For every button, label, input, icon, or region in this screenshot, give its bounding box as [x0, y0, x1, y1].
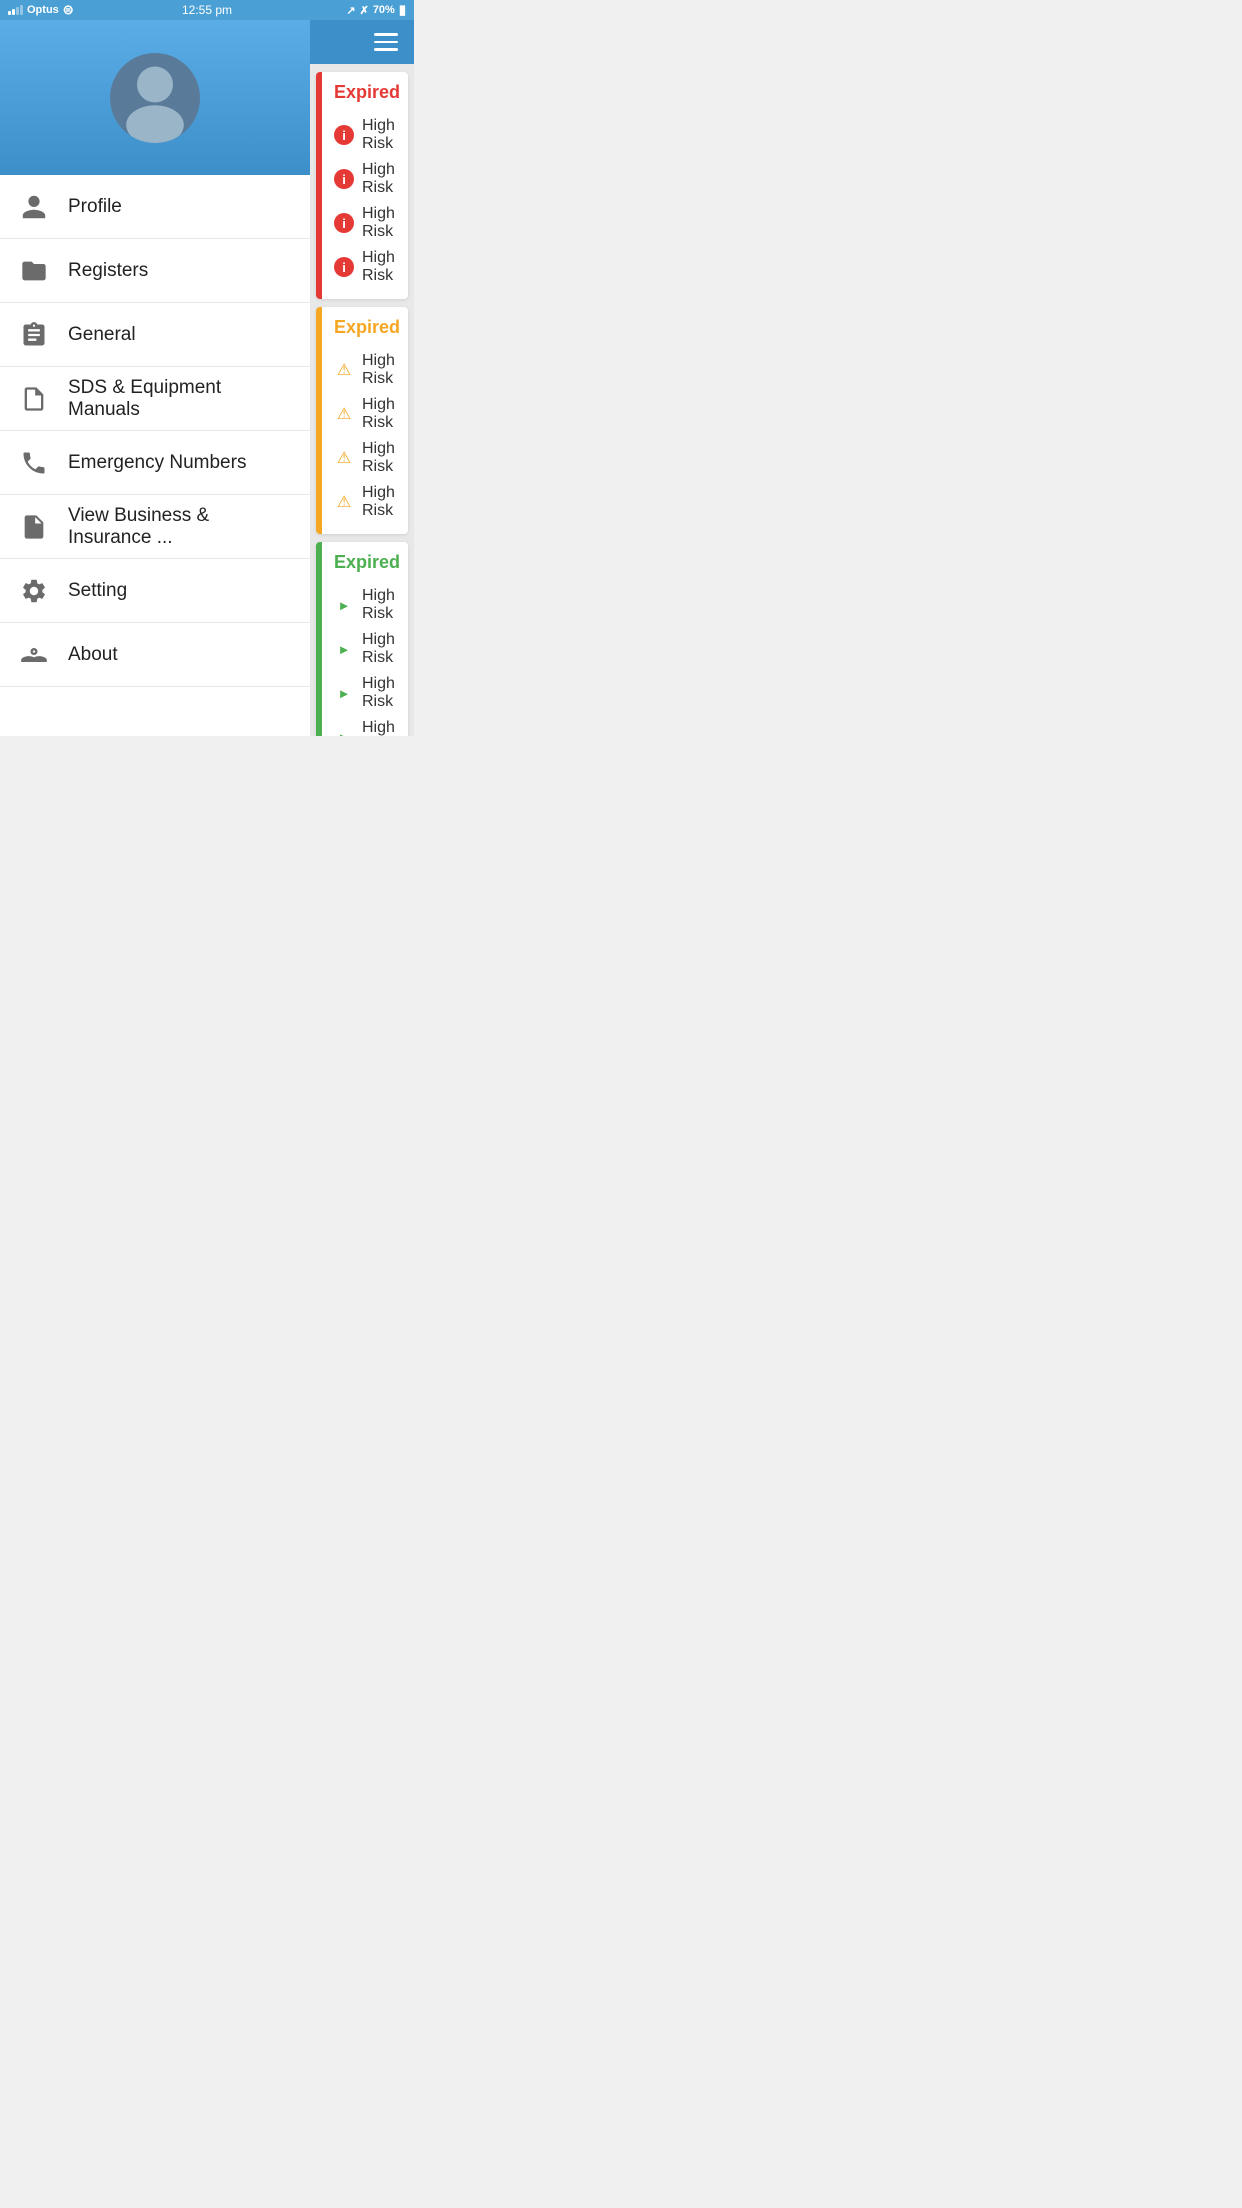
red-card-body: Expired i High Risk i High Risk i High R…: [322, 72, 408, 299]
bluetooth-icon: ✗: [360, 4, 369, 17]
list-item[interactable]: ⚠ High Risk: [334, 348, 400, 392]
sds-label: SDS & Equipment Manuals: [68, 377, 294, 421]
time-display: 12:55 pm: [182, 3, 232, 17]
setting-svg: [20, 577, 48, 605]
list-item[interactable]: ► High Risk: [334, 583, 400, 627]
warning-triangle-icon: ⚠: [334, 448, 354, 468]
person-icon: [16, 189, 52, 225]
list-item[interactable]: ► High Risk: [334, 671, 400, 715]
emergency-svg: [20, 449, 48, 477]
carrier-label: Optus: [27, 4, 59, 16]
folder-icon: [16, 253, 52, 289]
risk-label: High Risk: [362, 440, 400, 476]
general-label: General: [68, 324, 136, 346]
location-icon: ↗: [346, 4, 355, 17]
sidebar: Profile Registers General: [0, 20, 310, 736]
info-circle-icon: i: [334, 257, 354, 277]
document-icon: [16, 381, 52, 417]
avatar-icon: [110, 53, 200, 143]
risk-label: High Risk: [362, 249, 400, 285]
battery-percent: 70%: [373, 4, 395, 16]
business-svg: [20, 513, 48, 541]
sidebar-header: [0, 20, 310, 175]
list-item[interactable]: ⚠ High Risk: [334, 392, 400, 436]
sidebar-item-sds[interactable]: SDS & Equipment Manuals: [0, 367, 310, 431]
sds-svg: [20, 385, 48, 413]
list-item[interactable]: i High Risk: [334, 201, 400, 245]
expired-red-card[interactable]: Expired i High Risk i High Risk i High R…: [316, 72, 408, 299]
risk-label: High Risk: [362, 675, 400, 711]
content-panel[interactable]: Expired i High Risk i High Risk i High R…: [310, 20, 414, 736]
profile-svg: [20, 193, 48, 221]
risk-label: High Risk: [362, 631, 400, 667]
sidebar-item-business[interactable]: View Business & Insurance ...: [0, 495, 310, 559]
menu-list: Profile Registers General: [0, 175, 310, 736]
general-svg: [20, 321, 48, 349]
setting-label: Setting: [68, 580, 127, 602]
avatar: [110, 53, 200, 143]
sidebar-item-profile[interactable]: Profile: [0, 175, 310, 239]
sidebar-item-setting[interactable]: Setting: [0, 559, 310, 623]
registers-svg: [20, 257, 48, 285]
risk-label: High Risk: [362, 352, 400, 388]
about-label: About: [68, 644, 118, 666]
risk-label: High Risk: [362, 205, 400, 241]
sidebar-item-emergency[interactable]: Emergency Numbers: [0, 431, 310, 495]
hamburger-menu[interactable]: [374, 33, 398, 51]
about-svg: [20, 641, 48, 669]
play-arrow-icon: ►: [334, 639, 354, 659]
status-left: Optus ⊜: [8, 2, 74, 18]
info-circle-icon: i: [334, 169, 354, 189]
registers-label: Registers: [68, 260, 148, 282]
signal-bars: [8, 5, 23, 15]
about-icon: [16, 637, 52, 673]
sidebar-item-general[interactable]: General: [0, 303, 310, 367]
status-bar: Optus ⊜ 12:55 pm ↗ ✗ 70% ▮: [0, 0, 414, 20]
wifi-icon: ⊜: [63, 2, 74, 18]
play-arrow-icon: ►: [334, 595, 354, 615]
business-doc-icon: [16, 509, 52, 545]
sidebar-item-about[interactable]: About: [0, 623, 310, 687]
content-header: [310, 20, 414, 64]
warning-triangle-icon: ⚠: [334, 404, 354, 424]
business-label: View Business & Insurance ...: [68, 505, 294, 549]
phone-icon: [16, 445, 52, 481]
status-right: ↗ ✗ 70% ▮: [346, 2, 406, 18]
risk-label: High Risk: [362, 484, 400, 520]
warning-triangle-icon: ⚠: [334, 360, 354, 380]
orange-card-title: Expired: [334, 317, 400, 338]
battery-icon: ▮: [399, 2, 406, 18]
expired-orange-card[interactable]: Expired ⚠ High Risk ⚠ High Risk ⚠ High R…: [316, 307, 408, 534]
emergency-label: Emergency Numbers: [68, 452, 246, 474]
list-item[interactable]: i High Risk: [334, 113, 400, 157]
green-card-body: Expired ► High Risk ► High Risk ► High R…: [322, 542, 408, 736]
expired-green-card[interactable]: Expired ► High Risk ► High Risk ► High R…: [316, 542, 408, 736]
play-arrow-icon: ►: [334, 727, 354, 736]
sidebar-item-registers[interactable]: Registers: [0, 239, 310, 303]
list-item[interactable]: i High Risk: [334, 245, 400, 289]
red-card-title: Expired: [334, 82, 400, 103]
gear-icon: [16, 573, 52, 609]
green-card-title: Expired: [334, 552, 400, 573]
warning-triangle-icon: ⚠: [334, 492, 354, 512]
risk-label: High Risk: [362, 719, 400, 736]
risk-label: High Risk: [362, 396, 400, 432]
orange-card-body: Expired ⚠ High Risk ⚠ High Risk ⚠ High R…: [322, 307, 408, 534]
clipboard-icon: [16, 317, 52, 353]
app-container: Profile Registers General: [0, 20, 414, 736]
list-item[interactable]: ⚠ High Risk: [334, 480, 400, 524]
list-item[interactable]: ► High Risk: [334, 715, 400, 736]
list-item[interactable]: ► High Risk: [334, 627, 400, 671]
list-item[interactable]: ⚠ High Risk: [334, 436, 400, 480]
risk-label: High Risk: [362, 161, 400, 197]
risk-label: High Risk: [362, 587, 400, 623]
profile-label: Profile: [68, 196, 122, 218]
risk-label: High Risk: [362, 117, 400, 153]
info-circle-icon: i: [334, 213, 354, 233]
play-arrow-icon: ►: [334, 683, 354, 703]
list-item[interactable]: i High Risk: [334, 157, 400, 201]
info-circle-icon: i: [334, 125, 354, 145]
